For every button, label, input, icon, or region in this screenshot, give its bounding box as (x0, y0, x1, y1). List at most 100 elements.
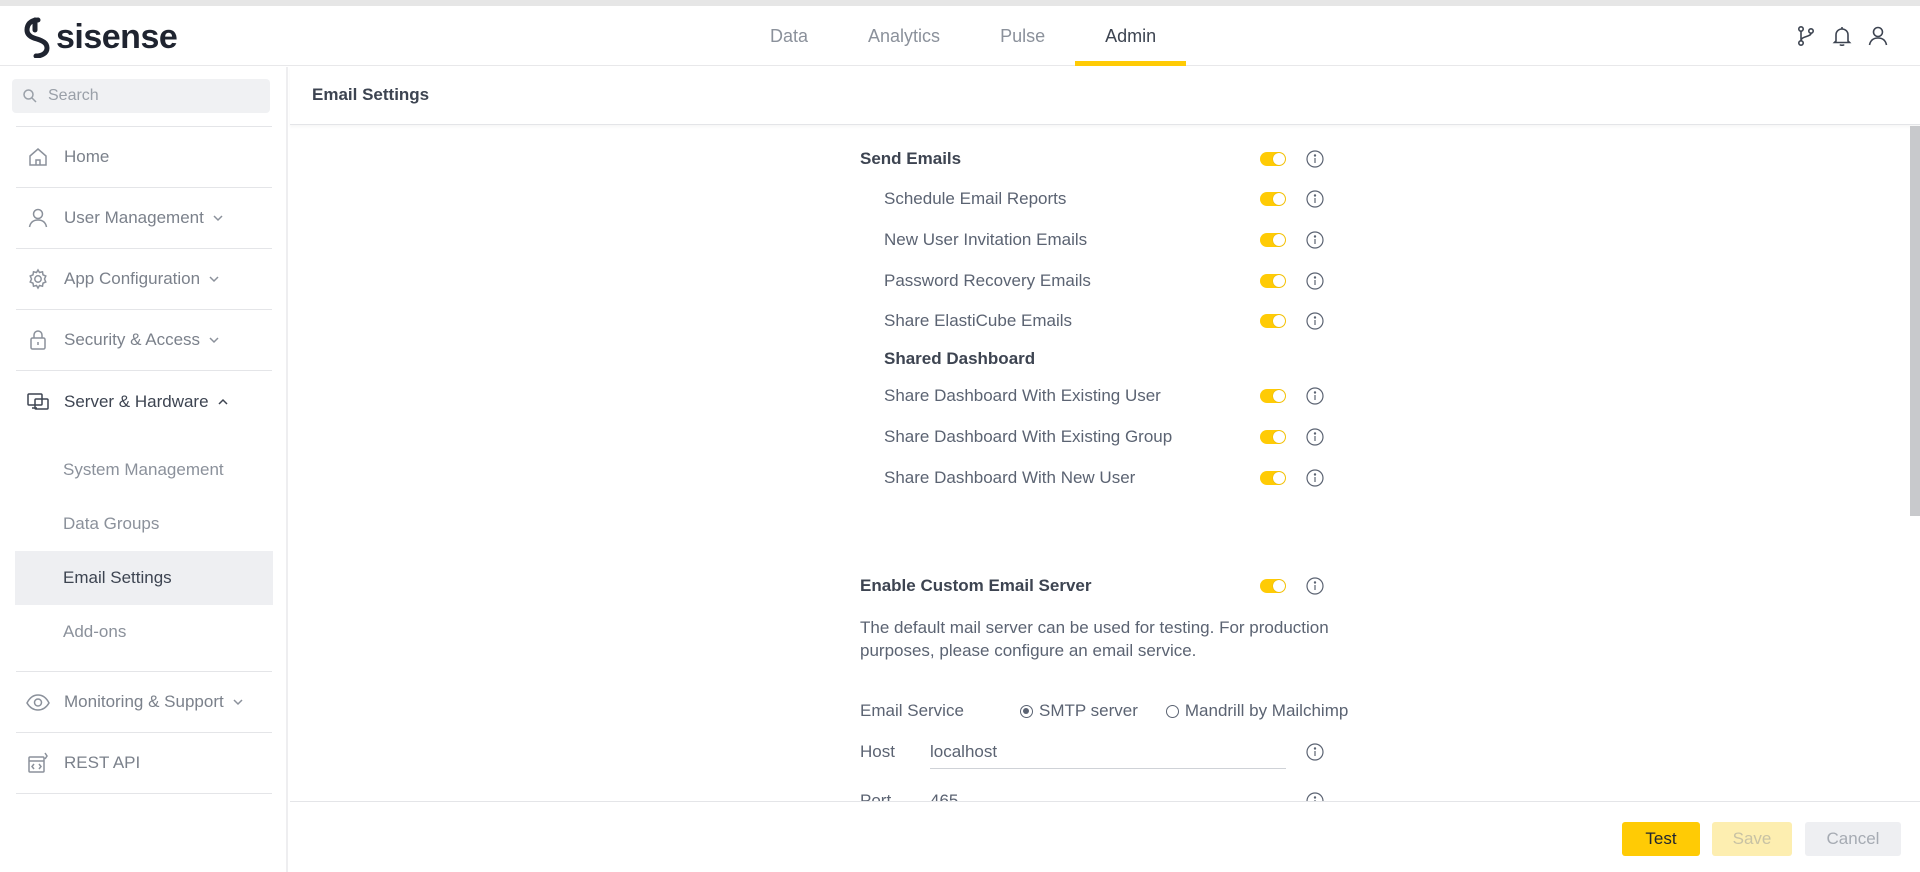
info-icon[interactable] (1306, 577, 1324, 595)
setting-label: Password Recovery Emails (884, 271, 1091, 290)
info-icon[interactable] (1306, 272, 1324, 290)
radio-mandrill[interactable]: Mandrill by Mailchimp (1165, 701, 1349, 721)
sidebar-item-monitoring-support[interactable]: Monitoring & Support (16, 672, 272, 733)
tab-admin[interactable]: Admin (1075, 6, 1187, 66)
gear-icon (29, 268, 47, 290)
search-placeholder: Search (48, 87, 99, 104)
setting-label: Schedule Email Reports (884, 189, 1067, 208)
setting-share-existing-group: Share Dashboard With Existing Group (860, 422, 1380, 452)
page-title: Email Settings (312, 85, 430, 104)
user-icon (28, 208, 48, 228)
server-icon (27, 392, 49, 410)
share-existing-group-toggle[interactable] (1260, 430, 1286, 444)
tab-data[interactable]: Data (740, 6, 838, 66)
info-icon[interactable] (1306, 231, 1324, 249)
port-label: Port (860, 791, 892, 801)
info-icon[interactable] (1306, 792, 1324, 801)
lock-icon (30, 330, 46, 350)
setting-share-elasticube: Share ElastiCube Emails (860, 306, 1380, 336)
page-header: Email Settings (290, 67, 1920, 125)
sidebar-item-label: REST API (64, 753, 141, 772)
sisense-logo[interactable]: sisense (22, 16, 178, 58)
search-icon (23, 89, 37, 103)
sidebar-subitem-data-groups[interactable]: Data Groups (15, 497, 273, 551)
radio-selected-icon (1020, 704, 1033, 718)
share-new-user-toggle[interactable] (1260, 471, 1286, 485)
info-icon[interactable] (1306, 190, 1324, 208)
sidebar-item-label: App Configuration (64, 269, 201, 288)
setting-label: Enable Custom Email Server (860, 576, 1092, 595)
chevron-down-icon (213, 215, 223, 222)
info-icon[interactable] (1306, 312, 1324, 330)
email-service-label: Email Service (860, 701, 964, 720)
setting-label: Send Emails (860, 149, 962, 168)
sidebar-item-label: Home (64, 147, 110, 166)
sidebar-item-label: Monitoring & Support (64, 692, 224, 711)
setting-label: Share ElastiCube Emails (884, 311, 1073, 330)
info-icon[interactable] (1306, 743, 1324, 761)
user-icon[interactable] (1866, 24, 1890, 48)
sidebar-item-server-hardware[interactable]: Server & Hardware (16, 371, 272, 432)
info-icon[interactable] (1306, 428, 1324, 446)
setting-share-new-user: Share Dashboard With New User (860, 463, 1380, 493)
git-branch-icon[interactable] (1794, 24, 1818, 48)
password-recovery-toggle[interactable] (1260, 274, 1286, 288)
port-input[interactable] (930, 784, 1286, 801)
setting-send-emails: Send Emails (860, 144, 1380, 174)
action-footer: Test Save Cancel (290, 801, 1920, 872)
send-emails-toggle[interactable] (1260, 152, 1286, 166)
setting-schedule-reports: Schedule Email Reports (860, 184, 1380, 214)
sidebar-subitem-add-ons[interactable]: Add-ons (15, 605, 273, 659)
setting-enable-custom-server: Enable Custom Email Server (860, 571, 1380, 601)
content-scrollbar[interactable] (1910, 126, 1920, 516)
email-settings-panel: Send Emails Schedule Email Reports New U… (290, 126, 1910, 801)
info-icon[interactable] (1306, 150, 1324, 168)
tab-analytics[interactable]: Analytics (838, 6, 970, 66)
new-user-invitation-toggle[interactable] (1260, 233, 1286, 247)
radio-unselected-icon (1165, 704, 1179, 718)
port-field-row: Port (860, 784, 1380, 801)
app-header: sisense Data Analytics Pulse Admin (0, 6, 1920, 66)
share-existing-user-toggle[interactable] (1260, 389, 1286, 403)
eye-icon (26, 694, 50, 711)
main-nav: Data Analytics Pulse Admin (740, 6, 1187, 66)
sidebar-item-user-management[interactable]: User Management (16, 188, 272, 249)
setting-password-recovery: Password Recovery Emails (860, 266, 1380, 296)
radio-label: SMTP server (1039, 701, 1138, 720)
setting-label: New User Invitation Emails (884, 230, 1088, 249)
sidebar-item-rest-api[interactable]: REST API (16, 733, 272, 794)
enable-custom-server-toggle[interactable] (1260, 579, 1286, 593)
test-button[interactable]: Test (1622, 822, 1700, 856)
setting-label: Share Dashboard With Existing User (884, 386, 1161, 405)
sidebar-item-label: Server & Hardware (64, 391, 209, 411)
share-elasticube-toggle[interactable] (1260, 314, 1286, 328)
sidebar-subitem-system-management[interactable]: System Management (15, 443, 273, 497)
tab-pulse[interactable]: Pulse (970, 6, 1075, 66)
info-icon[interactable] (1306, 469, 1324, 487)
sidebar-subitem-email-settings[interactable]: Email Settings (15, 551, 273, 605)
sidebar-item-security-access[interactable]: Security & Access (16, 310, 272, 371)
chevron-down-icon (233, 699, 243, 706)
shared-dashboard-heading: Shared Dashboard (860, 344, 1380, 374)
host-label: Host (860, 742, 895, 761)
setting-share-existing-user: Share Dashboard With Existing User (860, 381, 1380, 411)
radio-smtp-server[interactable]: SMTP server (1020, 701, 1138, 721)
schedule-reports-toggle[interactable] (1260, 192, 1286, 206)
info-icon[interactable] (1306, 387, 1324, 405)
host-input[interactable] (930, 735, 1286, 769)
sidebar-item-label: User Management (64, 208, 204, 227)
save-button[interactable]: Save (1712, 822, 1792, 856)
radio-label: Mandrill by Mailchimp (1184, 701, 1349, 720)
logo-text: sisense (56, 17, 178, 56)
setting-label: Share Dashboard With New User (884, 468, 1136, 487)
cancel-button[interactable]: Cancel (1805, 822, 1901, 856)
sidebar-item-app-configuration[interactable]: App Configuration (16, 249, 272, 310)
api-icon (28, 752, 48, 773)
bell-icon[interactable] (1830, 24, 1854, 48)
sidebar-item-home[interactable]: Home (16, 127, 272, 188)
header-actions (1794, 24, 1890, 48)
setting-new-user-invitation: New User Invitation Emails (860, 225, 1380, 255)
chevron-down-icon (209, 276, 219, 283)
search-box[interactable]: Search (12, 79, 270, 113)
section-heading: Shared Dashboard (884, 349, 1036, 368)
